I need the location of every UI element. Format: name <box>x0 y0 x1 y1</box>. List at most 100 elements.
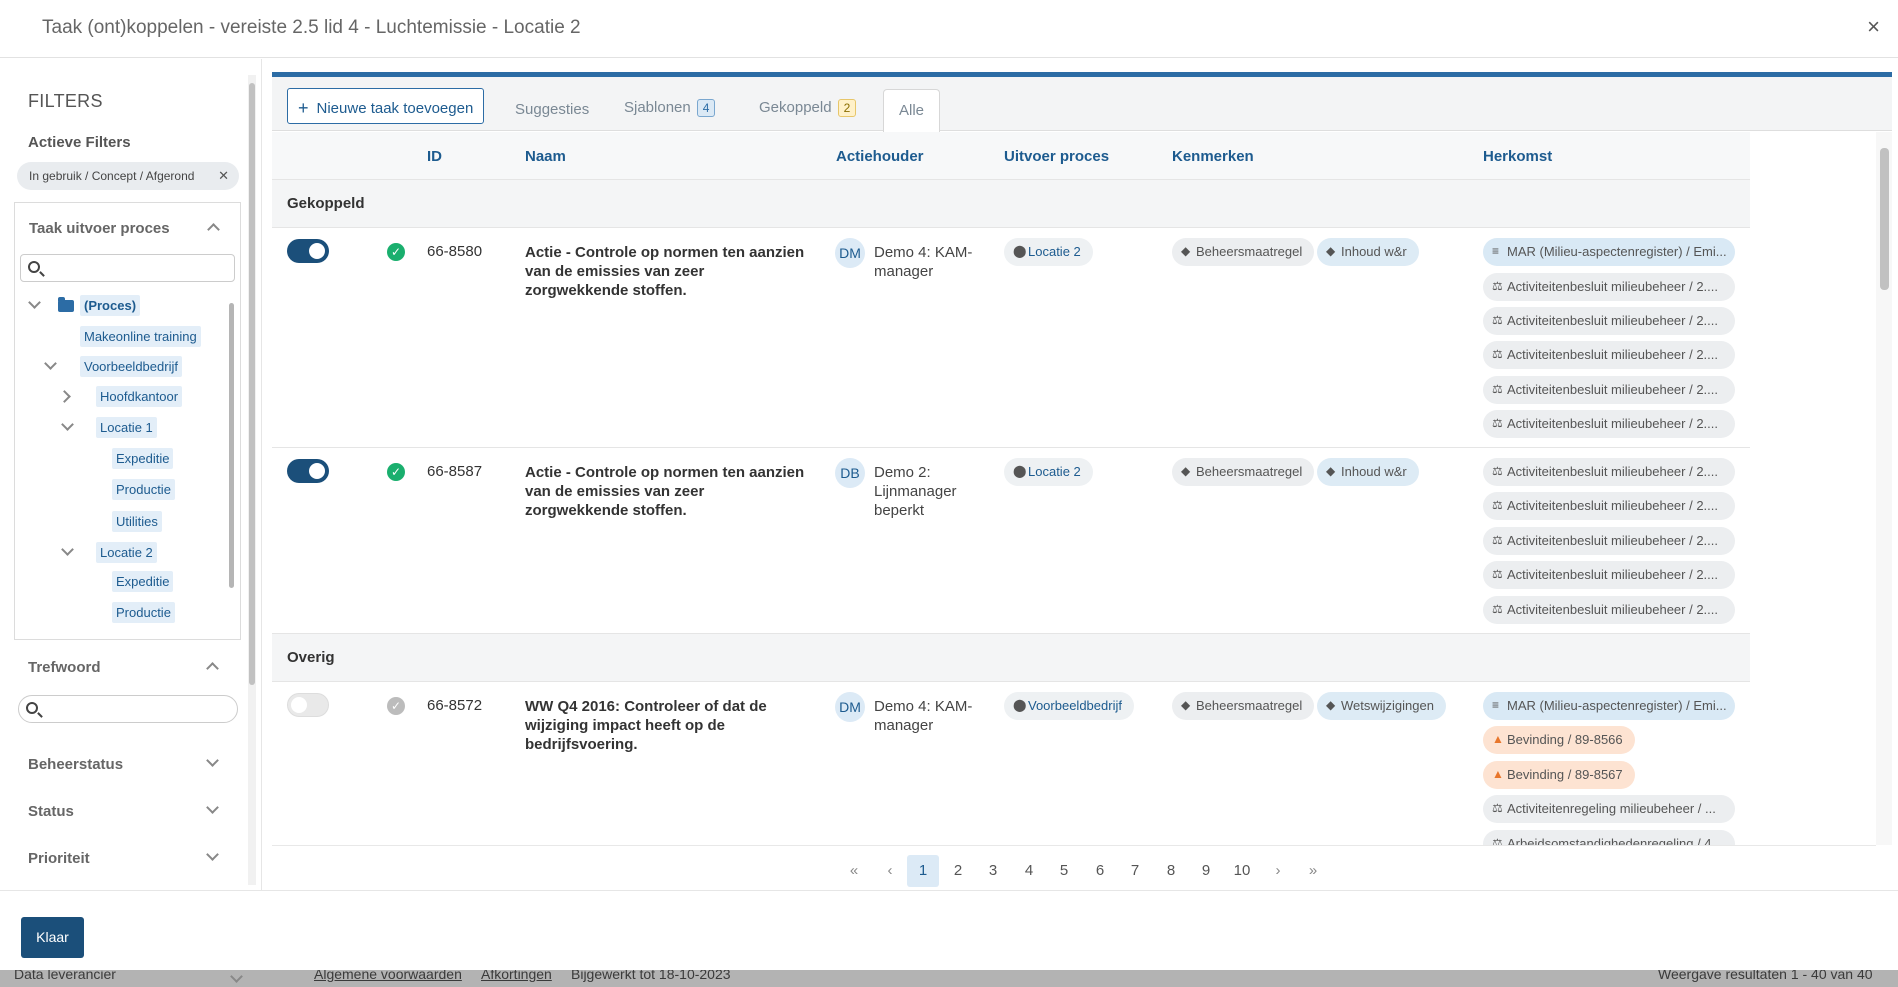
origin-pill[interactable]: ⚖ Activiteitenbesluit milieubeheer / 2...… <box>1483 341 1735 369</box>
tree-scroll-thumb[interactable] <box>229 303 234 588</box>
beheerstatus-section-title[interactable]: Beheerstatus <box>28 756 123 773</box>
page-button-2[interactable]: 2 <box>942 855 974 887</box>
keyword-search-input[interactable] <box>18 695 238 723</box>
prioriteit-section-title[interactable]: Prioriteit <box>28 850 90 867</box>
origin-pill[interactable]: ≡ MAR (Milieu-aspectenregister) / Emi... <box>1483 692 1735 720</box>
column-header-uitvoer-proces[interactable]: Uitvoer proces <box>1004 148 1109 165</box>
active-filter-chip[interactable]: In gebruik / Concept / Afgerond ✕ <box>17 162 239 190</box>
group-row: Overig <box>272 634 1750 682</box>
page-button-5[interactable]: 5 <box>1048 855 1080 887</box>
column-header-id[interactable]: ID <box>427 148 442 165</box>
column-header-kenmerken[interactable]: Kenmerken <box>1172 148 1254 165</box>
origin-pill[interactable]: ⚖ Activiteitenbesluit milieubeheer / 2...… <box>1483 596 1735 624</box>
task-name[interactable]: Actie - Controle op normen ten aanzien v… <box>525 463 810 520</box>
status-section-title[interactable]: Status <box>28 803 74 820</box>
link-toggle[interactable] <box>287 239 329 263</box>
table-row[interactable]: ✓ 66-8587 Actie - Controle op normen ten… <box>272 448 1750 634</box>
add-task-button[interactable]: + Nieuwe taak toevoegen <box>287 88 484 124</box>
page-button-3[interactable]: 3 <box>977 855 1009 887</box>
tab-gekoppeld[interactable]: Gekoppeld 2 <box>759 99 857 117</box>
table-scroll-thumb[interactable] <box>1880 148 1889 290</box>
link-toggle[interactable] <box>287 693 329 717</box>
process-search-input[interactable] <box>20 254 235 282</box>
finding-pill[interactable]: ▲ Bevinding / 89-8566 <box>1483 726 1635 754</box>
tab-suggesties[interactable]: Suggesties <box>515 101 589 118</box>
last-page-button[interactable]: » <box>1297 855 1329 887</box>
process-pill[interactable]: ⬤ Locatie 2 <box>1004 238 1093 266</box>
done-button[interactable]: Klaar <box>21 917 84 958</box>
page-button-7[interactable]: 7 <box>1119 855 1151 887</box>
tree-item-expeditie-2[interactable]: Expeditie <box>16 571 216 593</box>
tab-alle[interactable]: Alle <box>883 89 940 132</box>
tag-pill[interactable]: ◆ Beheersmaatregel <box>1172 458 1315 486</box>
filters-sidebar: FILTERS Actieve Filters In gebruik / Con… <box>0 59 262 890</box>
chevron-down-icon[interactable] <box>61 418 74 431</box>
origin-pill[interactable]: ≡ MAR (Milieu-aspectenregister) / Emi... <box>1483 238 1735 266</box>
tree-item-locatie-1[interactable]: Locatie 1 <box>16 417 216 439</box>
chevron-up-icon[interactable] <box>207 223 220 236</box>
tag-pill[interactable]: ◆ Inhoud w&r <box>1317 238 1419 266</box>
remove-filter-icon[interactable]: ✕ <box>218 168 229 184</box>
origin-pill[interactable]: ⚖ Activiteitenbesluit milieubeheer / 2...… <box>1483 376 1735 404</box>
keyword-section-title[interactable]: Trefwoord <box>28 659 101 676</box>
task-name[interactable]: WW Q4 2016: Controleer of dat de wijzigi… <box>525 697 795 754</box>
origin-pill[interactable]: ⚖ Activiteitenbesluit milieubeheer / 2...… <box>1483 561 1735 589</box>
tag-pill[interactable]: ◆ Beheersmaatregel <box>1172 238 1315 266</box>
chevron-down-icon[interactable] <box>44 357 57 370</box>
chevron-down-icon[interactable] <box>28 296 41 309</box>
tree-item-proces[interactable]: (Proces) <box>16 295 216 317</box>
page-button-9[interactable]: 9 <box>1190 855 1222 887</box>
process-pill[interactable]: ⬤ Voorbeeldbedrijf <box>1004 692 1134 720</box>
sidebar-scroll-thumb[interactable] <box>249 83 255 685</box>
tab-sjablonen[interactable]: Sjablonen 4 <box>624 99 716 117</box>
tree-item-hoofdkantoor[interactable]: Hoofdkantoor <box>16 386 216 408</box>
table-row[interactable]: ✓ 66-8580 Actie - Controle op normen ten… <box>272 228 1750 448</box>
first-page-button[interactable]: « <box>838 855 870 887</box>
chevron-down-icon[interactable] <box>206 754 219 767</box>
origin-pill[interactable]: ⚖ Activiteitenbesluit milieubeheer / 2...… <box>1483 273 1735 301</box>
chevron-down-icon[interactable] <box>61 543 74 556</box>
chevron-up-icon[interactable] <box>206 662 219 675</box>
close-icon[interactable]: × <box>1867 14 1880 40</box>
tree-item-makeonline[interactable]: Makeonline training <box>16 326 216 348</box>
column-header-naam[interactable]: Naam <box>525 148 566 165</box>
prev-page-button[interactable]: ‹ <box>874 855 906 887</box>
chevron-down-icon[interactable] <box>206 848 219 861</box>
page-button-1[interactable]: 1 <box>907 855 939 887</box>
chevron-down-icon[interactable] <box>206 801 219 814</box>
tag-pill[interactable]: ◆ Inhoud w&r <box>1317 458 1419 486</box>
page-button-6[interactable]: 6 <box>1084 855 1116 887</box>
page-button-8[interactable]: 8 <box>1155 855 1187 887</box>
link-toggle[interactable] <box>287 459 329 483</box>
column-header-herkomst[interactable]: Herkomst <box>1483 148 1552 165</box>
search-icon <box>26 702 38 714</box>
page-button-4[interactable]: 4 <box>1013 855 1045 887</box>
balance-scale-icon: ⚖ <box>1492 416 1503 430</box>
origin-pill[interactable]: ⚖ Arbeidsomstandighedenregeling / 4... <box>1483 830 1735 845</box>
finding-pill[interactable]: ▲ Bevinding / 89-8567 <box>1483 761 1635 789</box>
origin-pill[interactable]: ⚖ Activiteitenbesluit milieubeheer / 2...… <box>1483 410 1735 438</box>
origin-pill[interactable]: ⚖ Activiteitenregeling milieubeheer / ... <box>1483 795 1735 823</box>
process-filter-title: Taak uitvoer proces <box>29 220 170 237</box>
table-row[interactable]: ✓ 66-8572 WW Q4 2016: Controleer of dat … <box>272 682 1750 845</box>
process-pill[interactable]: ⬤ Locatie 2 <box>1004 458 1093 486</box>
chevron-right-icon[interactable] <box>58 390 71 403</box>
tree-item-voorbeeldbedrijf[interactable]: Voorbeeldbedrijf <box>16 356 216 378</box>
owner-name: Demo 4: KAM-manager <box>874 698 973 734</box>
tag-pill[interactable]: ◆ Beheersmaatregel <box>1172 692 1315 720</box>
origin-pill[interactable]: ⚖ Activiteitenbesluit milieubeheer / 2...… <box>1483 458 1735 486</box>
tag-pill[interactable]: ◆ Wetswijzigingen <box>1317 692 1446 720</box>
next-page-button[interactable]: › <box>1262 855 1294 887</box>
tree-item-locatie-2[interactable]: Locatie 2 <box>16 542 216 564</box>
origin-pill[interactable]: ⚖ Activiteitenbesluit milieubeheer / 2...… <box>1483 527 1735 555</box>
tree-item-utilities[interactable]: Utilities <box>16 511 216 533</box>
tree-item-productie-1[interactable]: Productie <box>16 479 216 501</box>
origin-pill[interactable]: ⚖ Activiteitenbesluit milieubeheer / 2...… <box>1483 307 1735 335</box>
column-header-actiehouder[interactable]: Actiehouder <box>836 148 924 165</box>
tree-label: Expeditie <box>112 571 174 592</box>
page-button-10[interactable]: 10 <box>1226 855 1258 887</box>
tree-item-productie-2[interactable]: Productie <box>16 602 216 624</box>
tree-item-expeditie-1[interactable]: Expeditie <box>16 448 216 470</box>
origin-pill[interactable]: ⚖ Activiteitenbesluit milieubeheer / 2...… <box>1483 492 1735 520</box>
task-name[interactable]: Actie - Controle op normen ten aanzien v… <box>525 243 810 300</box>
